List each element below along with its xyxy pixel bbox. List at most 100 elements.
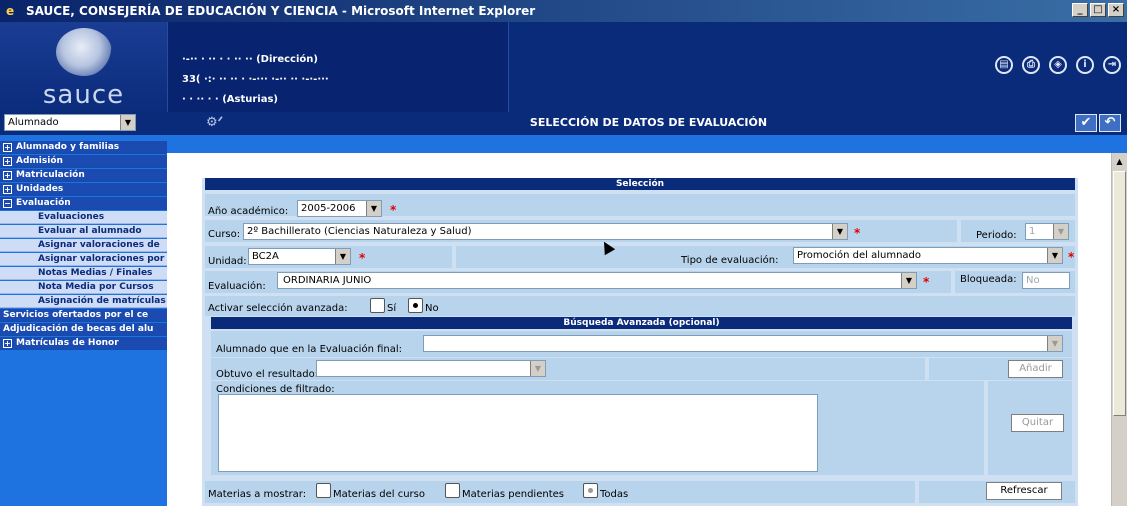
sidebar-item[interactable]: Asignar valoraciones por xyxy=(0,253,167,266)
unidad-select[interactable]: BC2A ▼ xyxy=(248,248,351,265)
chevron-down-icon[interactable]: ▼ xyxy=(120,115,135,130)
unidad-label: Unidad: xyxy=(208,256,247,267)
chevron-down-icon[interactable]: ▼ xyxy=(1047,336,1062,351)
minimize-button[interactable]: _ xyxy=(1072,3,1088,17)
sidebar-item[interactable]: + Matriculación xyxy=(0,169,167,182)
subheader-bar: Alumnado ▼ SELECCIÓN DE DATOS DE EVALUAC… xyxy=(0,112,1127,135)
sidebar-item-label: Unidades xyxy=(16,184,64,194)
anadir-button[interactable]: Añadir xyxy=(1008,360,1063,378)
quitar-button[interactable]: Quitar xyxy=(1011,414,1064,432)
tree-logo-icon xyxy=(56,28,112,76)
accept-check-icon[interactable]: ✔ xyxy=(1075,114,1097,132)
required-mark: * xyxy=(359,251,366,265)
vertical-scrollbar[interactable]: ▲ xyxy=(1111,153,1127,506)
sidebar-item-label: Servicios ofertados por el ce xyxy=(3,310,149,320)
sidebar-item[interactable]: Evaluaciones xyxy=(0,211,167,224)
doc-icon[interactable]: ▤ xyxy=(995,56,1013,74)
periodo-select[interactable]: 1 ▼ xyxy=(1025,223,1069,240)
sidebar-item[interactable]: Servicios ofertados por el ce xyxy=(0,309,167,322)
scroll-up-icon[interactable]: ▲ xyxy=(1113,155,1126,168)
undo-icon[interactable]: ↶ xyxy=(1099,114,1121,132)
required-mark: * xyxy=(390,203,397,217)
chevron-down-icon[interactable]: ▼ xyxy=(832,224,847,239)
sidebar-item[interactable]: + Unidades xyxy=(0,183,167,196)
condiciones-textarea[interactable] xyxy=(218,394,818,472)
sidebar-item-label: Asignar valoraciones de xyxy=(38,240,160,250)
curso-label: Curso: xyxy=(208,229,241,240)
no-label: No xyxy=(425,303,439,314)
sidebar-item[interactable]: Notas Medias / Finales xyxy=(0,267,167,280)
center-address: ·-·· · ·· · · ·· ·· (Dirección) 33( ·:· … xyxy=(167,22,509,112)
window-title-bar: e SAUCE, CONSEJERÍA DE EDUCACIÓN Y CIENC… xyxy=(0,0,1127,22)
sidebar-item[interactable]: Nota Media por Cursos xyxy=(0,281,167,294)
materias-pendientes-label: Materias pendientes xyxy=(462,489,564,500)
evaluacion-select[interactable]: ORDINARIA JUNIO ▼ xyxy=(277,272,917,289)
busqueda-header: Búsqueda Avanzada (opcional) xyxy=(211,317,1072,329)
chevron-down-icon[interactable]: ▼ xyxy=(1053,224,1068,239)
bloqueada-label: Bloqueada: xyxy=(960,274,1017,285)
selection-panel: Selección Año académico: 2005-2006 ▼ * C… xyxy=(202,178,1078,506)
window-title: SAUCE, CONSEJERÍA DE EDUCACIÓN Y CIENCIA… xyxy=(26,4,536,18)
sidebar-item-label: Nota Media por Cursos xyxy=(38,282,154,292)
tipo-label: Tipo de evaluación: xyxy=(681,255,779,266)
radio-no[interactable] xyxy=(408,298,423,313)
chevron-down-icon[interactable]: ▼ xyxy=(530,361,545,376)
collapse-icon[interactable]: − xyxy=(3,199,12,208)
chevron-down-icon[interactable]: ▼ xyxy=(901,273,916,288)
expand-icon[interactable]: + xyxy=(3,143,12,152)
info-icon[interactable]: i xyxy=(1076,56,1094,74)
alumnado-select[interactable]: ▼ xyxy=(423,335,1063,352)
sauce-logo: sauce xyxy=(0,22,167,112)
maximize-button[interactable]: □ xyxy=(1090,3,1106,17)
sidebar-item[interactable]: Asignar valoraciones de xyxy=(0,239,167,252)
sidebar-item-label: Notas Medias / Finales xyxy=(38,268,153,278)
refrescar-button[interactable]: Refrescar xyxy=(986,482,1062,500)
expand-icon[interactable]: + xyxy=(3,171,12,180)
curso-value: 2º Bachillerato (Ciencias Naturaleza y S… xyxy=(247,226,472,237)
periodo-value: 1 xyxy=(1029,226,1036,237)
expand-icon[interactable]: + xyxy=(3,339,12,348)
required-mark: * xyxy=(923,275,930,289)
radio-si[interactable] xyxy=(370,298,385,313)
address-line-1: ·-·· · ·· · · ·· ·· (Dirección) xyxy=(182,54,318,65)
required-mark: * xyxy=(1068,250,1075,264)
obtuvo-select[interactable]: ▼ xyxy=(316,360,546,377)
evaluacion-value: ORDINARIA JUNIO xyxy=(283,275,372,286)
sidebar-item-label: Admisión xyxy=(16,156,63,166)
sidebar-item-label: Matrículas de Honor xyxy=(16,338,119,348)
chevron-down-icon[interactable]: ▼ xyxy=(1047,248,1062,263)
radio-materias-curso[interactable] xyxy=(316,483,331,498)
sidebar-item[interactable]: Evaluar al alumnado xyxy=(0,225,167,238)
radio-materias-pendientes[interactable] xyxy=(445,483,460,498)
sidebar-item[interactable]: Asignación de matrículas xyxy=(0,295,167,308)
nav-icon[interactable]: ◈ xyxy=(1049,56,1067,74)
sidebar-item-label: Evaluaciones xyxy=(38,212,105,222)
sidebar-item[interactable]: + Matrículas de Honor xyxy=(0,337,167,350)
sidebar-item[interactable]: + Admisión xyxy=(0,155,167,168)
tipo-select[interactable]: Promoción del alumnado ▼ xyxy=(793,247,1063,264)
internet-explorer-icon: e xyxy=(6,4,15,18)
sidebar-item[interactable]: Adjudicación de becas del alu xyxy=(0,323,167,336)
sidebar-item[interactable]: − Evaluación xyxy=(0,197,167,210)
logo-text: sauce xyxy=(42,80,125,110)
chevron-down-icon[interactable]: ▼ xyxy=(335,249,350,264)
anio-select[interactable]: 2005-2006 ▼ xyxy=(297,200,382,217)
exit-icon[interactable]: ⇥ xyxy=(1103,56,1121,74)
radio-todas[interactable] xyxy=(583,483,598,498)
activar-label: Activar selección avanzada: xyxy=(208,303,348,314)
print-icon[interactable]: ⎙ xyxy=(1022,56,1040,74)
sidebar-item-label: Evaluación xyxy=(16,198,71,208)
curso-select[interactable]: 2º Bachillerato (Ciencias Naturaleza y S… xyxy=(243,223,848,240)
module-select[interactable]: Alumnado ▼ xyxy=(4,114,136,131)
expand-icon[interactable]: + xyxy=(3,157,12,166)
sidebar-item-label: Evaluar al alumnado xyxy=(38,226,142,236)
sidebar-menu: + Alumnado y familias + Admisión + Matriculac… xyxy=(0,135,167,506)
close-button[interactable]: × xyxy=(1108,3,1124,17)
chevron-down-icon[interactable]: ▼ xyxy=(366,201,381,216)
expand-icon[interactable]: + xyxy=(3,185,12,194)
tipo-value: Promoción del alumnado xyxy=(797,250,922,261)
sidebar-item[interactable]: + Alumnado y familias xyxy=(0,141,167,154)
scroll-thumb[interactable] xyxy=(1113,171,1126,416)
sidebar-item-label: Asignación de matrículas xyxy=(38,296,166,306)
anio-label: Año académico: xyxy=(208,206,289,217)
